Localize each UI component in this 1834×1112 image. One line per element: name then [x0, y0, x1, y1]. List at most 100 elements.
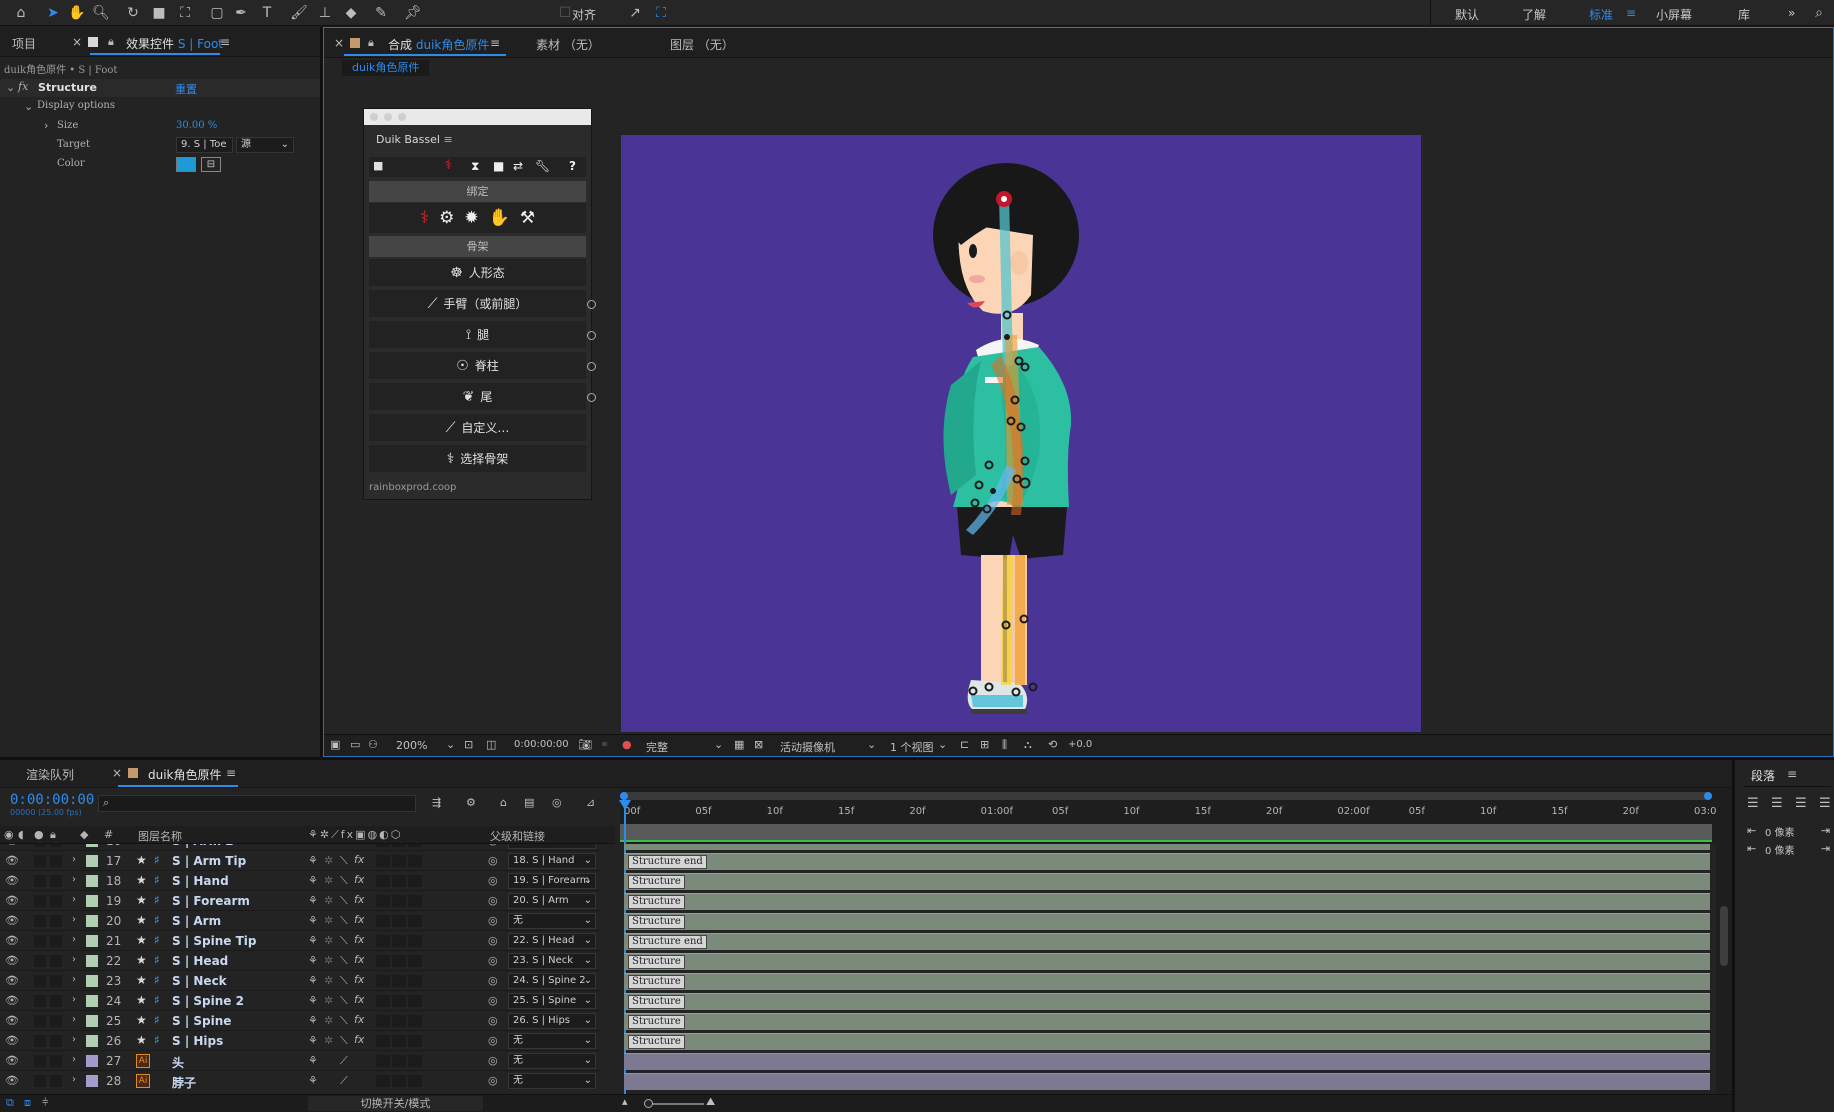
resolution-dropdown[interactable]: 完整 — [646, 739, 668, 755]
label-color-box[interactable] — [86, 955, 98, 967]
layer-name[interactable]: S | Hand — [172, 874, 229, 888]
exposure-value[interactable]: +0.0 — [1068, 739, 1092, 750]
frame-blending-icon[interactable]: ▤ — [524, 796, 534, 809]
timeline-current-time[interactable]: 0:00:00:00 — [10, 792, 94, 808]
shy-switch-icon[interactable]: ⚘ — [308, 1014, 318, 1027]
snapshot-icon[interactable]: 📷︎ — [578, 738, 592, 751]
eye-icon[interactable]: 👁︎ — [5, 1034, 19, 1047]
expand-chevron-icon[interactable]: › — [72, 1034, 76, 1045]
pick-whip-icon[interactable]: ◎ — [488, 974, 498, 987]
tab-timeline-comp[interactable]: duik角色原件 — [148, 766, 222, 783]
solo-switch[interactable] — [34, 915, 46, 927]
motion-blur-icon[interactable]: ◎ — [552, 796, 562, 809]
eye-icon[interactable]: 👁︎ — [5, 1014, 19, 1027]
tab-effects-controls[interactable]: 效果控件 S | Foot — [126, 35, 223, 52]
align-center-icon[interactable]: ☰ — [1771, 796, 1783, 811]
layer-name-column-header[interactable]: 图层名称 — [138, 828, 182, 844]
pick-whip-icon[interactable]: ◎ — [488, 994, 498, 1007]
layer-row[interactable]: 👁︎ › 28 Ai 脖子 ⚘ ⟋ ◎ 无 ⌄ — [0, 1071, 600, 1090]
pick-whip-icon[interactable]: ◎ — [488, 914, 498, 927]
channel-icon[interactable]: ● — [622, 738, 632, 751]
solo-switch[interactable] — [34, 975, 46, 987]
work-area-start-handle[interactable] — [620, 792, 628, 800]
layer-row[interactable]: 👁︎ › 24 ★ ♯ S | Spine 2 ⚘ ✲ ⟍ fx ◎ 25. S | Spine ⌄ — [0, 991, 600, 1011]
duik-link-icon[interactable]: ⚕ — [420, 208, 429, 228]
pick-whip-icon[interactable]: ◎ — [488, 1074, 498, 1087]
parent-dropdown[interactable]: 无⌄ — [508, 1073, 596, 1089]
layer-name[interactable]: S | Spine Tip — [172, 934, 256, 948]
indent-first-value[interactable]: 0 像素 — [1765, 842, 1795, 857]
label-color-box[interactable] — [86, 855, 98, 867]
window-maximize-icon[interactable] — [398, 113, 406, 121]
workspace-learn[interactable]: 了解 — [1522, 6, 1546, 23]
quality-switch-icon[interactable]: ⟍ — [340, 1034, 348, 1048]
collapse-switch-icon[interactable]: ✲ — [324, 1014, 333, 1027]
current-time-display[interactable]: 0:00:00:00 — [514, 739, 569, 750]
shy-switch-icon[interactable]: ⚘ — [308, 1054, 318, 1067]
layer-search-input[interactable]: ⌕ — [98, 795, 416, 812]
comp-breadcrumb-tab[interactable]: duik角色原件 — [342, 60, 430, 76]
target-source-dropdown[interactable]: 源 ⌄ — [236, 137, 294, 153]
shy-switch-icon[interactable]: ⚘ — [308, 874, 318, 887]
work-area-bar[interactable] — [620, 792, 1712, 800]
audio-toggle-icon[interactable]: ◖ — [18, 828, 24, 841]
parent-dropdown[interactable]: 19. S | Forearm ⌄ — [508, 873, 596, 889]
quality-switch-icon[interactable]: ⟍ — [340, 844, 348, 848]
pick-whip-icon[interactable]: ◎ — [488, 844, 498, 847]
duik-armature-3-button[interactable]: ☉ 脊柱 — [369, 352, 596, 380]
label-color-box[interactable] — [86, 895, 98, 907]
draft-3d-icon[interactable]: ⚙ — [466, 796, 476, 809]
tab-composition[interactable]: 合成 duik角色原件 — [388, 36, 489, 53]
workspace-menu-icon[interactable]: ≡ — [1626, 6, 1636, 20]
pan-behind-tool-icon[interactable]: ⛶ — [176, 4, 194, 22]
align-right-icon[interactable]: ☰ — [1795, 796, 1807, 811]
monitor-icon[interactable]: ▭ — [350, 738, 360, 751]
lock-icon[interactable]: 🔒︎ — [108, 35, 114, 49]
layer-duration-bar[interactable]: Structure — [624, 993, 1710, 1010]
shy-switch-icon[interactable]: ⚘ — [308, 854, 318, 867]
expand-chevron-icon[interactable]: › — [72, 1054, 76, 1065]
label-color-box[interactable] — [86, 935, 98, 947]
layer-switches-icon[interactable]: ⧉ — [6, 1096, 14, 1110]
label-column-icon[interactable]: ◆ — [80, 828, 88, 841]
eye-icon[interactable]: 👁︎ — [5, 874, 19, 887]
flowchart-icon[interactable]: ⛬ — [1024, 738, 1032, 752]
collapse-switch-icon[interactable]: ✲ — [324, 854, 333, 867]
collapse-switch-icon[interactable]: ✲ — [324, 874, 333, 887]
collapse-switch-icon[interactable]: ✲ — [324, 914, 333, 927]
duik-automation-icon[interactable]: ⚙ — [439, 208, 454, 228]
layer-duration-bar[interactable]: Structure end — [624, 933, 1710, 950]
expand-chevron-icon[interactable]: › — [72, 974, 76, 985]
solo-switch[interactable] — [34, 855, 46, 867]
expand-chevron-icon[interactable]: › — [72, 914, 76, 925]
layer-duration-bar[interactable]: Structure — [624, 973, 1710, 990]
expand-chevron-icon[interactable]: › — [44, 119, 48, 132]
eye-icon[interactable]: 👁︎ — [5, 934, 19, 947]
layer-name[interactable]: S | Arm Tip — [172, 854, 246, 868]
shy-switch-icon[interactable]: ⚘ — [308, 894, 318, 907]
parent-dropdown[interactable]: 20. S | Arm ⌄ — [508, 893, 596, 909]
tab-project[interactable]: 项目 — [12, 35, 36, 52]
fx-switch-icon[interactable]: fx — [354, 933, 364, 946]
workspace-library[interactable]: 库 — [1738, 6, 1750, 23]
switch-boxes[interactable] — [376, 995, 436, 1007]
layer-duration-bar[interactable]: Structure — [624, 1013, 1710, 1030]
eye-icon[interactable]: 👁︎ — [5, 854, 19, 867]
solo-switch[interactable] — [34, 1035, 46, 1047]
lock-switch[interactable] — [50, 1035, 62, 1047]
lock-switch[interactable] — [50, 955, 62, 967]
solo-switch[interactable] — [34, 1015, 46, 1027]
switch-boxes[interactable] — [376, 975, 436, 987]
shy-switch-icon[interactable]: ⚘ — [308, 954, 318, 967]
duik-gear-icon[interactable]: ✹ — [464, 208, 478, 228]
panel-menu-icon[interactable]: ≡ — [1787, 767, 1797, 781]
duik-hand-icon[interactable]: ✋ — [489, 208, 510, 228]
tab-footage[interactable]: 素材 （无） — [536, 36, 600, 53]
layer-duration-bar[interactable]: Structure end — [624, 853, 1710, 870]
quality-switch-icon[interactable]: ⟍ — [340, 954, 348, 968]
fx-switch-icon[interactable]: fx — [354, 893, 364, 906]
label-color-box[interactable] — [86, 915, 98, 927]
solo-switch[interactable] — [34, 1055, 46, 1067]
workspace-default[interactable]: 默认 — [1455, 6, 1479, 23]
layer-name[interactable]: S | Spine — [172, 1014, 231, 1028]
